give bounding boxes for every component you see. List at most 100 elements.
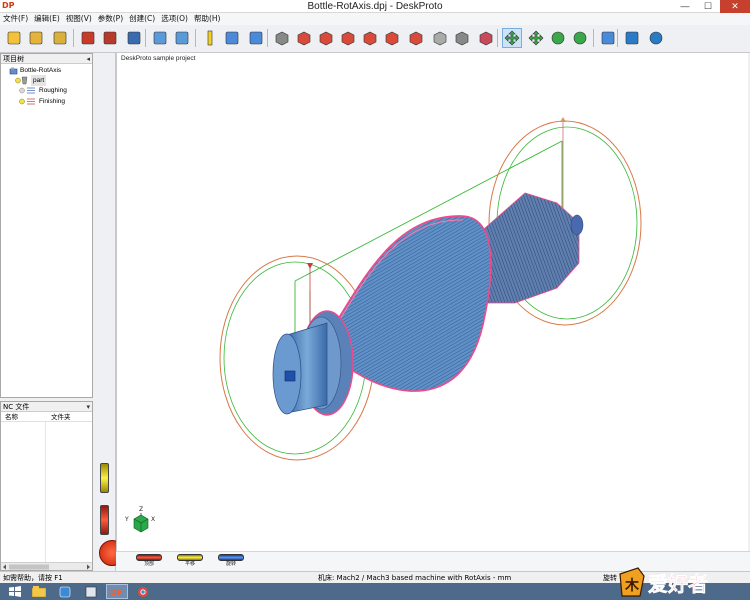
layout-button[interactable] bbox=[222, 28, 242, 48]
save-icon bbox=[53, 31, 67, 45]
view-top-button[interactable]: 顶部 bbox=[134, 554, 164, 570]
move-button[interactable] bbox=[526, 28, 546, 48]
toolbar-separator bbox=[593, 29, 594, 47]
zoom-button[interactable] bbox=[548, 28, 568, 48]
taskbar-browser[interactable] bbox=[132, 584, 154, 599]
main-toolbar bbox=[0, 25, 750, 53]
book-button[interactable] bbox=[622, 28, 642, 48]
view-iso2-icon bbox=[455, 31, 469, 46]
shaded-button[interactable] bbox=[476, 28, 496, 48]
view-right-icon bbox=[363, 31, 377, 46]
tool-depth-indicator bbox=[100, 505, 109, 535]
toolpath-icon bbox=[103, 31, 117, 45]
toolpath-button[interactable] bbox=[100, 28, 120, 48]
split-view-button[interactable] bbox=[246, 28, 266, 48]
view-rotate-button[interactable]: 旋转 bbox=[216, 554, 246, 570]
dropdown-icon[interactable]: ▾ bbox=[86, 402, 90, 412]
menu-parameters[interactable]: 参数(P) bbox=[95, 13, 126, 25]
view-pan-label: 平移 bbox=[184, 561, 195, 567]
import-part-button[interactable] bbox=[78, 28, 98, 48]
camera-button[interactable] bbox=[272, 28, 292, 48]
view-rotate-label: 旋转 bbox=[225, 561, 236, 567]
minimize-button[interactable]: — bbox=[674, 0, 696, 13]
maximize-button[interactable]: ☐ bbox=[697, 0, 719, 13]
part-icon bbox=[15, 76, 28, 85]
menu-options[interactable]: 选项(O) bbox=[158, 13, 191, 25]
deskproto-icon: DP bbox=[110, 588, 123, 597]
bottle-body bbox=[336, 215, 492, 392]
window-title: Bottle-RotAxis.dpj - DeskProto bbox=[307, 1, 443, 12]
zoom-icon bbox=[551, 31, 565, 45]
tree-item-roughing[interactable]: Roughing bbox=[19, 85, 67, 96]
view-back-button[interactable] bbox=[316, 28, 336, 48]
help-button[interactable] bbox=[646, 28, 666, 48]
view-left-button[interactable] bbox=[338, 28, 358, 48]
tree-item-finishing[interactable]: Finishing bbox=[19, 96, 65, 107]
axis-z-label: Z bbox=[139, 506, 143, 513]
view-iso2-button[interactable] bbox=[452, 28, 472, 48]
bottle-neck bbox=[476, 192, 580, 304]
model-view[interactable]: Z Y X bbox=[117, 53, 749, 551]
view-back-icon bbox=[319, 31, 333, 46]
zoom-window-button[interactable] bbox=[570, 28, 590, 48]
view-bottom-icon bbox=[409, 31, 423, 46]
project-tree-panel: 项目树 ◂ Bottle-RotAxis part Roughing Finis… bbox=[0, 53, 93, 398]
folder-icon bbox=[32, 586, 46, 597]
camera-icon bbox=[275, 31, 289, 46]
pan-button[interactable] bbox=[502, 28, 522, 48]
watermark-text: 爱好者 bbox=[648, 572, 708, 596]
view-iso-button[interactable] bbox=[430, 28, 450, 48]
view-iso-icon bbox=[433, 31, 447, 46]
taskbar-app2[interactable] bbox=[54, 584, 76, 599]
menu-help[interactable]: 帮助(H) bbox=[191, 13, 224, 25]
tool-length-indicator bbox=[100, 463, 109, 493]
menu-create[interactable]: 创建(C) bbox=[126, 13, 158, 25]
view-top-label: 顶部 bbox=[143, 561, 154, 567]
watermark-logo-glyph: 木 bbox=[624, 577, 640, 594]
browser-icon bbox=[138, 586, 148, 597]
nc-save-button[interactable] bbox=[124, 28, 144, 48]
tool-button[interactable] bbox=[200, 28, 220, 48]
simulate-button[interactable] bbox=[150, 28, 170, 48]
open-folder-icon bbox=[29, 31, 43, 45]
zoom-100-button[interactable] bbox=[598, 28, 618, 48]
menu-file[interactable]: 文件(F) bbox=[0, 13, 31, 25]
preview-button[interactable] bbox=[172, 28, 192, 48]
close-button[interactable]: ✕ bbox=[720, 0, 750, 13]
menu-edit[interactable]: 编辑(E) bbox=[31, 13, 63, 25]
taskbar-explorer[interactable] bbox=[28, 584, 50, 599]
taskbar-app3[interactable] bbox=[80, 584, 102, 599]
view-left-icon bbox=[341, 31, 355, 46]
view-right-button[interactable] bbox=[360, 28, 380, 48]
horizontal-scrollbar[interactable] bbox=[1, 562, 92, 570]
nc-files-header: NC 文件 ▾ bbox=[1, 402, 92, 412]
view-pan-swatch bbox=[177, 554, 203, 561]
view-top-icon bbox=[385, 31, 399, 46]
operation-icon bbox=[19, 87, 35, 94]
column-folder[interactable]: 文件夹 bbox=[51, 413, 71, 422]
view-pan-button[interactable]: 平移 bbox=[175, 554, 205, 570]
save-button[interactable] bbox=[50, 28, 70, 48]
tool-icon bbox=[207, 30, 213, 46]
start-button[interactable] bbox=[4, 584, 26, 599]
simulate-icon bbox=[153, 31, 167, 45]
app-icon bbox=[59, 586, 71, 597]
open-folder-button[interactable] bbox=[26, 28, 46, 48]
toolbar-separator bbox=[497, 29, 498, 47]
zoom-window-icon bbox=[573, 31, 587, 45]
help-icon bbox=[649, 31, 663, 45]
view-front-button[interactable] bbox=[294, 28, 314, 48]
column-name[interactable]: 名称 bbox=[5, 413, 18, 422]
pin-icon[interactable]: ◂ bbox=[86, 54, 90, 64]
view-top-button[interactable] bbox=[382, 28, 402, 48]
new-file-button[interactable] bbox=[4, 28, 24, 48]
origin-marker-icon bbox=[284, 370, 296, 382]
view-bottom-button[interactable] bbox=[406, 28, 426, 48]
project-icon bbox=[9, 67, 18, 74]
taskbar-deskproto[interactable]: DP bbox=[106, 584, 128, 599]
new-file-icon bbox=[7, 31, 21, 45]
menu-view[interactable]: 视图(V) bbox=[63, 13, 95, 25]
split-view-icon bbox=[249, 31, 263, 45]
toolbar-separator bbox=[145, 29, 146, 47]
3d-viewport[interactable]: DeskProto sample project Z Y X bbox=[116, 53, 748, 551]
